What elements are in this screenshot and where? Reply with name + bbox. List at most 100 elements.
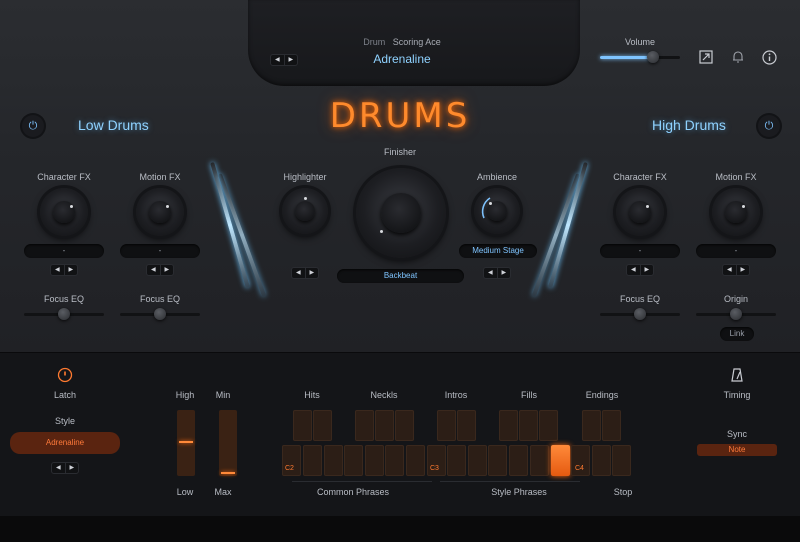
- pad-key[interactable]: [488, 445, 507, 476]
- bell-icon[interactable]: [730, 50, 746, 66]
- pad-key[interactable]: [437, 410, 456, 441]
- high-character-stepper[interactable]: ◀ ▶: [626, 264, 654, 276]
- pad-key[interactable]: [324, 445, 343, 476]
- low-motion-fx-display[interactable]: -: [120, 244, 200, 258]
- pad-key[interactable]: [406, 445, 425, 476]
- style-stepper[interactable]: ◀ ▶: [51, 462, 79, 474]
- link-button[interactable]: Link: [720, 327, 754, 341]
- instrument-title: DRUMS: [329, 96, 471, 136]
- pad-key[interactable]: [499, 410, 518, 441]
- latch-label: Latch: [53, 390, 77, 400]
- resize-icon[interactable]: [698, 50, 714, 66]
- high-focus-eq-slider[interactable]: [600, 308, 680, 320]
- low-character-stepper[interactable]: ◀ ▶: [50, 264, 78, 276]
- common-phrases-divider: [292, 481, 432, 482]
- high-fader-label: High: [175, 390, 195, 400]
- ambience-stepper[interactable]: ◀ ▶: [483, 267, 511, 279]
- highlighter-stepper[interactable]: ◀ ▶: [291, 267, 319, 279]
- pad-key[interactable]: [365, 445, 384, 476]
- preset-category[interactable]: Drum: [363, 37, 385, 47]
- high-motion-fx-knob[interactable]: [712, 188, 760, 236]
- ambience-knob[interactable]: [474, 188, 520, 234]
- style-selector[interactable]: Adrenaline: [10, 432, 120, 454]
- pad-key[interactable]: [303, 445, 322, 476]
- prev-icon[interactable]: ◀: [147, 265, 160, 275]
- low-focus-eq-slider-2[interactable]: [120, 308, 200, 320]
- neckls-label: Neckls: [370, 390, 398, 400]
- pad-key[interactable]: [375, 410, 394, 441]
- min-max-fader[interactable]: [219, 410, 237, 476]
- volume-thumb[interactable]: [647, 51, 659, 63]
- high-power-icon[interactable]: ⏻: [758, 115, 780, 137]
- high-motion-stepper[interactable]: ◀ ▶: [722, 264, 750, 276]
- next-icon[interactable]: ▶: [496, 268, 511, 278]
- low-character-fx-knob[interactable]: [40, 188, 88, 236]
- prev-icon[interactable]: ◀: [51, 265, 64, 275]
- ambience-label: Ambience: [476, 172, 518, 182]
- origin-slider[interactable]: [696, 308, 776, 320]
- next-icon[interactable]: ▶: [63, 265, 78, 275]
- low-character-fx-display[interactable]: -: [24, 244, 104, 258]
- high-character-fx-knob[interactable]: [616, 188, 664, 236]
- ambience-display[interactable]: Medium Stage: [459, 244, 537, 258]
- finisher-knob[interactable]: [356, 168, 446, 258]
- next-icon[interactable]: ▶: [159, 265, 174, 275]
- pad-key[interactable]: [530, 445, 549, 476]
- pad-key[interactable]: [602, 410, 621, 441]
- pad-key[interactable]: [293, 410, 312, 441]
- pad-key[interactable]: [539, 410, 558, 441]
- highlighter-knob[interactable]: [282, 188, 328, 234]
- volume-slider[interactable]: [600, 51, 680, 63]
- c4-label: C4: [575, 465, 584, 472]
- low-character-fx-label: Character FX: [37, 172, 91, 182]
- pad-key-active[interactable]: [551, 445, 570, 476]
- next-icon[interactable]: ▶: [64, 463, 79, 473]
- low-focus-eq-slider-1[interactable]: [24, 308, 104, 320]
- pad-key[interactable]: [468, 445, 487, 476]
- intros-label: Intros: [444, 390, 468, 400]
- next-icon[interactable]: ▶: [304, 268, 319, 278]
- finisher-display[interactable]: Backbeat: [337, 269, 464, 283]
- low-focus-eq-label-2: Focus EQ: [139, 294, 181, 304]
- pad-key[interactable]: [313, 410, 332, 441]
- pad-key[interactable]: [592, 445, 611, 476]
- timing-label: Timing: [723, 390, 751, 400]
- pad-key[interactable]: [355, 410, 374, 441]
- pad-key[interactable]: [344, 445, 363, 476]
- pad-key[interactable]: [509, 445, 528, 476]
- pad-key[interactable]: [519, 410, 538, 441]
- pad-key[interactable]: [612, 445, 631, 476]
- prev-icon[interactable]: ◀: [627, 265, 640, 275]
- pad-key[interactable]: [385, 445, 404, 476]
- metronome-icon[interactable]: [729, 367, 745, 385]
- low-power-icon[interactable]: ⏻: [22, 115, 44, 137]
- prev-icon[interactable]: ◀: [723, 265, 736, 275]
- high-motion-fx-display[interactable]: -: [696, 244, 776, 258]
- sync-selector[interactable]: Note: [697, 444, 777, 456]
- pad-key[interactable]: [395, 410, 414, 441]
- pad-key[interactable]: [457, 410, 476, 441]
- c3-label: C3: [430, 465, 439, 472]
- prev-icon[interactable]: ◀: [271, 55, 284, 65]
- prev-icon[interactable]: ◀: [52, 463, 65, 473]
- low-fader-label: Low: [176, 487, 194, 497]
- pad-key[interactable]: [447, 445, 466, 476]
- preset-name[interactable]: Adrenaline: [373, 52, 430, 66]
- fills-label: Fills: [521, 390, 537, 400]
- next-icon[interactable]: ▶: [639, 265, 654, 275]
- sync-label: Sync: [726, 429, 748, 439]
- next-icon[interactable]: ▶: [735, 265, 750, 275]
- footer-strip: [0, 516, 800, 542]
- low-motion-fx-knob[interactable]: [136, 188, 184, 236]
- next-icon[interactable]: ▶: [283, 55, 298, 65]
- high-character-fx-display[interactable]: -: [600, 244, 680, 258]
- high-low-fader[interactable]: [177, 410, 195, 476]
- preset-stepper[interactable]: ◀ ▶: [270, 54, 298, 66]
- prev-icon[interactable]: ◀: [292, 268, 305, 278]
- low-motion-stepper[interactable]: ◀ ▶: [146, 264, 174, 276]
- prev-icon[interactable]: ◀: [484, 268, 497, 278]
- info-icon[interactable]: [761, 50, 777, 66]
- latch-icon[interactable]: [57, 367, 73, 383]
- pad-key[interactable]: [582, 410, 601, 441]
- preset-instrument[interactable]: Scoring Ace: [393, 37, 441, 47]
